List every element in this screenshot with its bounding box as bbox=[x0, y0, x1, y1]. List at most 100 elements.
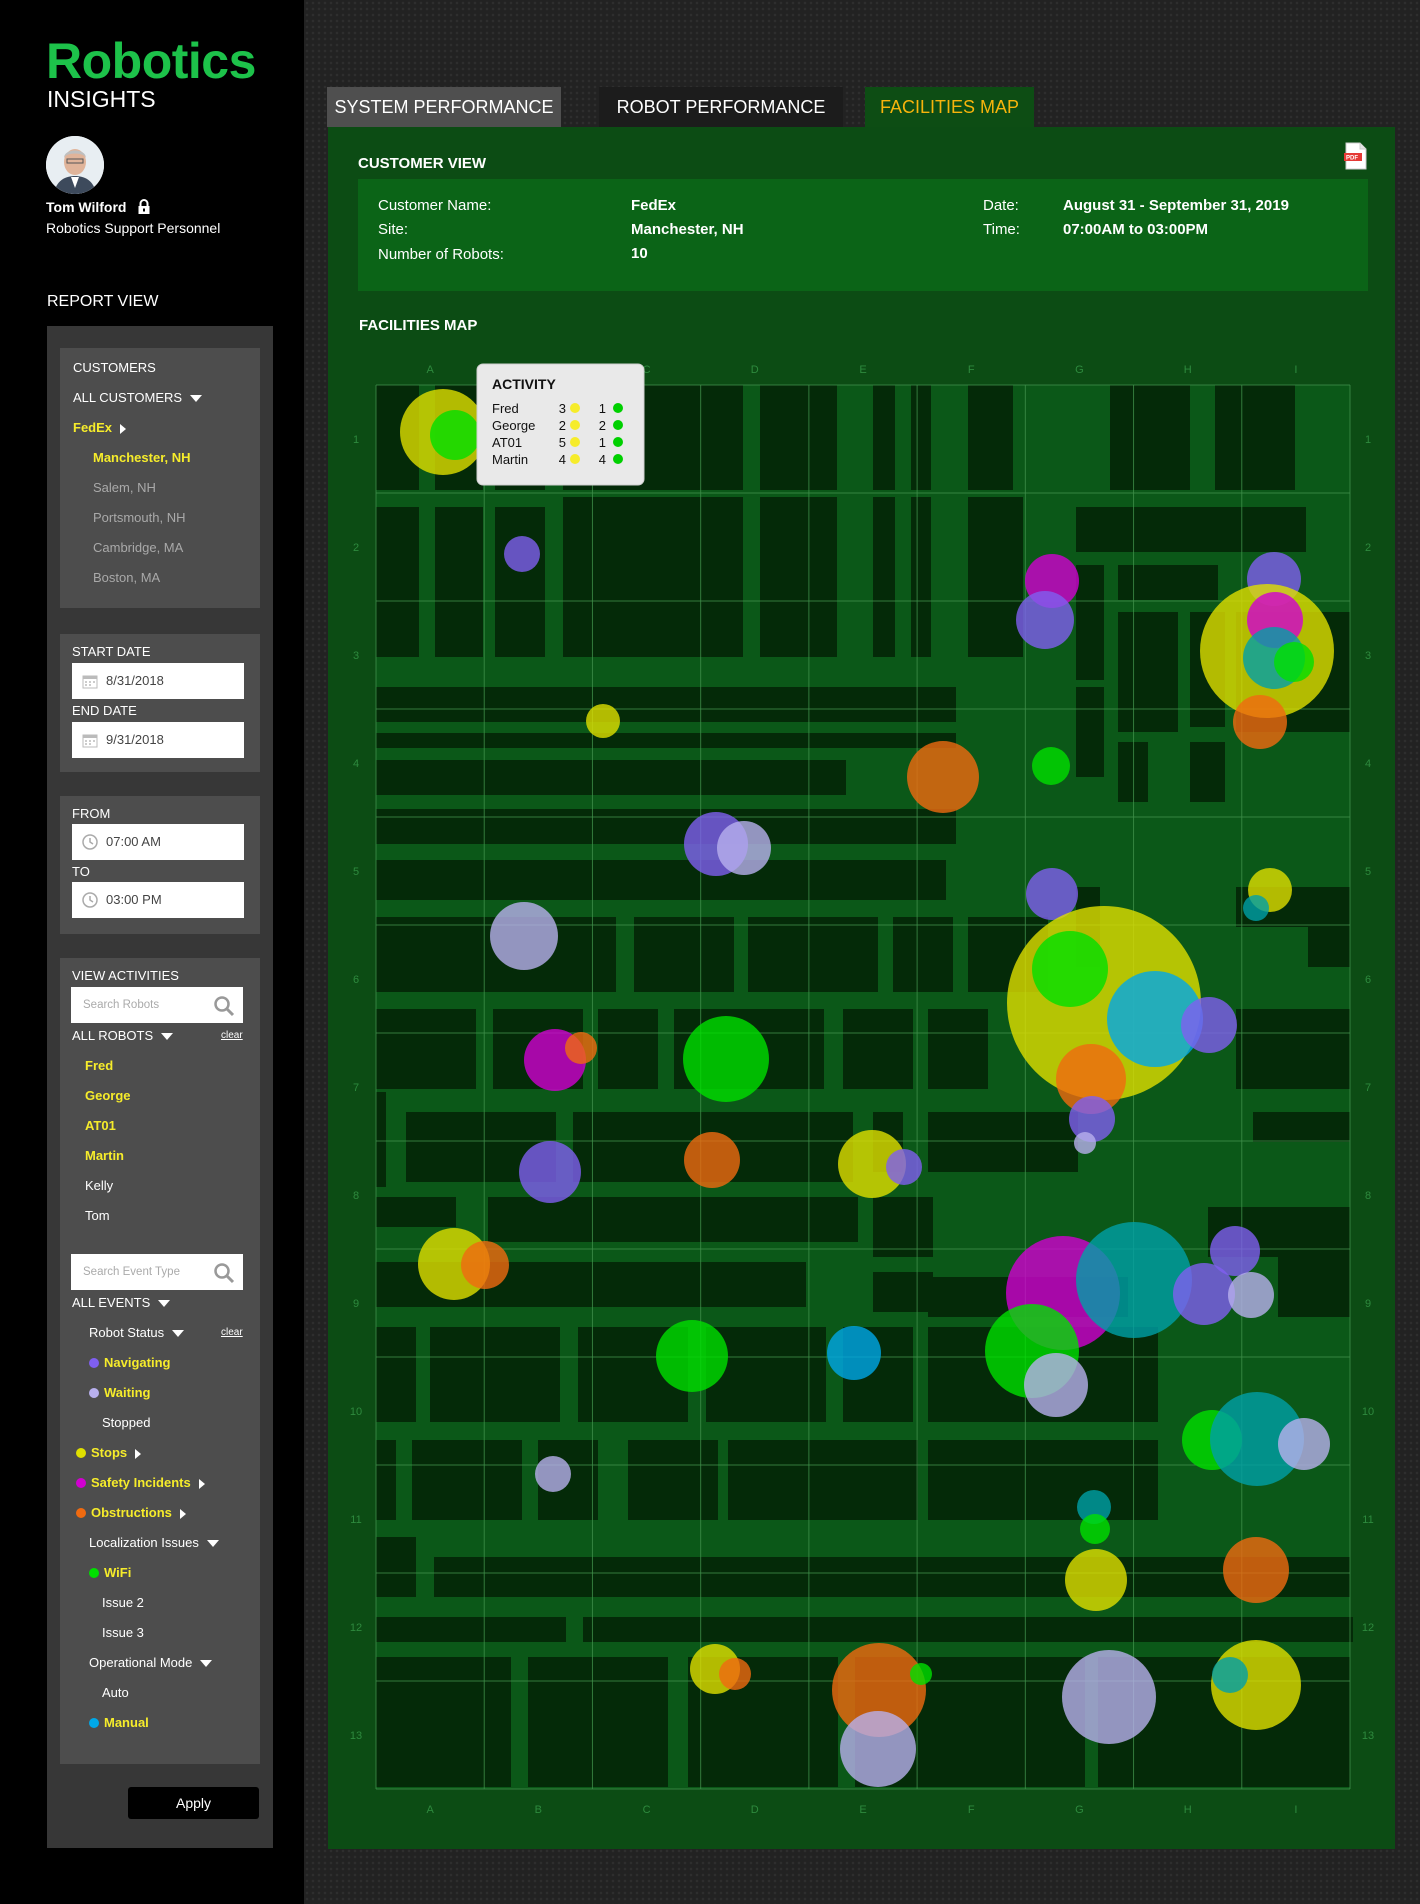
customer-fedex-label: FedEx bbox=[73, 420, 113, 435]
tab-system-performance[interactable]: SYSTEM PERFORMANCE bbox=[327, 87, 561, 127]
obstructions-event-bubble[interactable] bbox=[907, 741, 979, 813]
wifi-event-bubble[interactable] bbox=[910, 1663, 932, 1685]
row-label-6-left: 6 bbox=[353, 974, 359, 986]
navigating-event-bubble[interactable] bbox=[1173, 1263, 1235, 1325]
event-stops[interactable]: Stops bbox=[76, 1445, 142, 1460]
site-item-boston[interactable]: Boston, MA bbox=[93, 570, 160, 585]
row-label-12-right: 12 bbox=[1362, 1622, 1374, 1634]
customer-fedex[interactable]: FedEx bbox=[73, 420, 127, 435]
navigating-event-bubble[interactable] bbox=[1181, 997, 1237, 1053]
search-icon[interactable] bbox=[213, 1262, 235, 1284]
clear-robots-link[interactable]: clear bbox=[221, 1030, 243, 1041]
robot-item-george[interactable]: George bbox=[85, 1088, 131, 1103]
clear-status-link[interactable]: clear bbox=[221, 1327, 243, 1338]
manual-event-bubble[interactable] bbox=[827, 1326, 881, 1380]
all-events-dropdown[interactable]: ALL EVENTS bbox=[72, 1295, 171, 1310]
event-auto[interactable]: Auto bbox=[102, 1685, 129, 1700]
event-waiting[interactable]: Waiting bbox=[89, 1385, 150, 1400]
robot-item-kelly[interactable]: Kelly bbox=[85, 1178, 113, 1193]
obstructions-event-bubble[interactable] bbox=[565, 1032, 597, 1064]
wifi-event-bubble[interactable] bbox=[1274, 642, 1314, 682]
tab-robot-performance[interactable]: ROBOT PERFORMANCE bbox=[599, 87, 843, 127]
row-label-12-left: 12 bbox=[350, 1622, 362, 1634]
robot-status-dropdown[interactable]: Robot Status bbox=[89, 1325, 185, 1340]
row-label-4-left: 4 bbox=[353, 758, 359, 770]
waiting-event-bubble[interactable] bbox=[1228, 1272, 1274, 1318]
calendar-icon bbox=[82, 734, 98, 748]
event-safety-incidents[interactable]: Safety Incidents bbox=[76, 1475, 205, 1490]
obstructions-event-bubble[interactable] bbox=[1233, 695, 1287, 749]
to-time-input[interactable]: 03:00 PM bbox=[72, 882, 244, 918]
waiting-event-bubble[interactable] bbox=[1062, 1650, 1156, 1744]
apply-button[interactable]: Apply bbox=[128, 1787, 259, 1819]
obstructions-event-bubble[interactable] bbox=[1223, 1537, 1289, 1603]
waiting-event-bubble[interactable] bbox=[717, 821, 771, 875]
wifi-event-bubble[interactable] bbox=[683, 1016, 769, 1102]
teal-event-bubble[interactable] bbox=[1076, 1222, 1192, 1338]
waiting-event-bubble[interactable] bbox=[1024, 1353, 1088, 1417]
robot-status-label: Robot Status bbox=[89, 1325, 165, 1340]
obstructions-event-bubble[interactable] bbox=[461, 1241, 509, 1289]
all-customers-dropdown[interactable]: ALL CUSTOMERS bbox=[73, 390, 203, 405]
end-date-input[interactable]: 9/31/2018 bbox=[72, 722, 244, 758]
waiting-event-bubble[interactable] bbox=[490, 902, 558, 970]
teal-event-bubble[interactable] bbox=[1243, 895, 1269, 921]
localization-dropdown[interactable]: Localization Issues bbox=[89, 1535, 219, 1550]
navigating-dot-icon bbox=[89, 1358, 99, 1368]
column-label-F-bottom: F bbox=[968, 1804, 975, 1816]
activity-yellow-count: 4 bbox=[559, 452, 566, 467]
facilities-map-container: AABBCCDDEEFFGGHHII1122334455667788991010… bbox=[328, 127, 1395, 1849]
robot-item-martin[interactable]: Martin bbox=[85, 1148, 124, 1163]
lock-icon[interactable] bbox=[137, 199, 151, 214]
robot-item-at01[interactable]: AT01 bbox=[85, 1118, 116, 1133]
event-issue-3[interactable]: Issue 3 bbox=[102, 1625, 144, 1640]
waiting-event-bubble[interactable] bbox=[535, 1456, 571, 1492]
navigating-event-bubble[interactable] bbox=[504, 536, 540, 572]
navigating-event-bubble[interactable] bbox=[886, 1149, 922, 1185]
site-item-manchester[interactable]: Manchester, NH bbox=[93, 450, 191, 465]
site-item-salem[interactable]: Salem, NH bbox=[93, 480, 156, 495]
start-date-input[interactable]: 8/31/2018 bbox=[72, 663, 244, 699]
event-obstructions[interactable]: Obstructions bbox=[76, 1505, 186, 1520]
avatar[interactable] bbox=[46, 136, 104, 194]
navigating-event-bubble[interactable] bbox=[1016, 591, 1074, 649]
obstructions-event-bubble[interactable] bbox=[684, 1132, 740, 1188]
activity-robot-name: George bbox=[492, 418, 535, 433]
search-event-type-input[interactable]: Search Event Type bbox=[71, 1254, 243, 1290]
search-robots-input[interactable]: Search Robots bbox=[71, 987, 243, 1023]
navigating-event-bubble[interactable] bbox=[519, 1141, 581, 1203]
waiting-event-bubble[interactable] bbox=[840, 1711, 916, 1787]
wifi-event-bubble[interactable] bbox=[430, 410, 480, 460]
robot-item-tom[interactable]: Tom bbox=[85, 1208, 110, 1223]
activity-green-count: 4 bbox=[599, 452, 606, 467]
waiting-event-bubble[interactable] bbox=[1074, 1132, 1096, 1154]
wifi-event-bubble[interactable] bbox=[1080, 1514, 1110, 1544]
wifi-event-bubble[interactable] bbox=[656, 1320, 728, 1392]
from-time-input[interactable]: 07:00 AM bbox=[72, 824, 244, 860]
robot-item-fred[interactable]: Fred bbox=[85, 1058, 113, 1073]
event-wifi[interactable]: WiFi bbox=[89, 1565, 131, 1580]
teal-event-bubble[interactable] bbox=[1212, 1657, 1248, 1693]
facilities-map[interactable]: AABBCCDDEEFFGGHHII1122334455667788991010… bbox=[328, 127, 1395, 1849]
chevron-down-icon bbox=[190, 395, 203, 403]
site-item-portsmouth[interactable]: Portsmouth, NH bbox=[93, 510, 185, 525]
green-dot-icon bbox=[613, 454, 623, 464]
obstructions-event-bubble[interactable] bbox=[719, 1658, 751, 1690]
stops-event-bubble[interactable] bbox=[1065, 1549, 1127, 1611]
event-manual[interactable]: Manual bbox=[89, 1715, 149, 1730]
brand-subtitle: INSIGHTS bbox=[47, 86, 156, 112]
column-label-F-top: F bbox=[968, 364, 975, 376]
wifi-event-bubble[interactable] bbox=[1032, 747, 1070, 785]
operational-mode-dropdown[interactable]: Operational Mode bbox=[89, 1655, 213, 1670]
all-robots-dropdown[interactable]: ALL ROBOTS bbox=[72, 1028, 174, 1043]
stops-event-bubble[interactable] bbox=[586, 704, 620, 738]
search-icon[interactable] bbox=[213, 995, 235, 1017]
event-navigating[interactable]: Navigating bbox=[89, 1355, 170, 1370]
wifi-event-bubble[interactable] bbox=[1032, 931, 1108, 1007]
tab-facilities-map[interactable]: FACILITIES MAP bbox=[865, 87, 1034, 129]
event-issue-2[interactable]: Issue 2 bbox=[102, 1595, 144, 1610]
waiting-event-bubble[interactable] bbox=[1278, 1418, 1330, 1470]
obstructions-dot-icon bbox=[76, 1508, 86, 1518]
site-item-cambridge[interactable]: Cambridge, MA bbox=[93, 540, 183, 555]
event-stopped[interactable]: Stopped bbox=[102, 1415, 150, 1430]
